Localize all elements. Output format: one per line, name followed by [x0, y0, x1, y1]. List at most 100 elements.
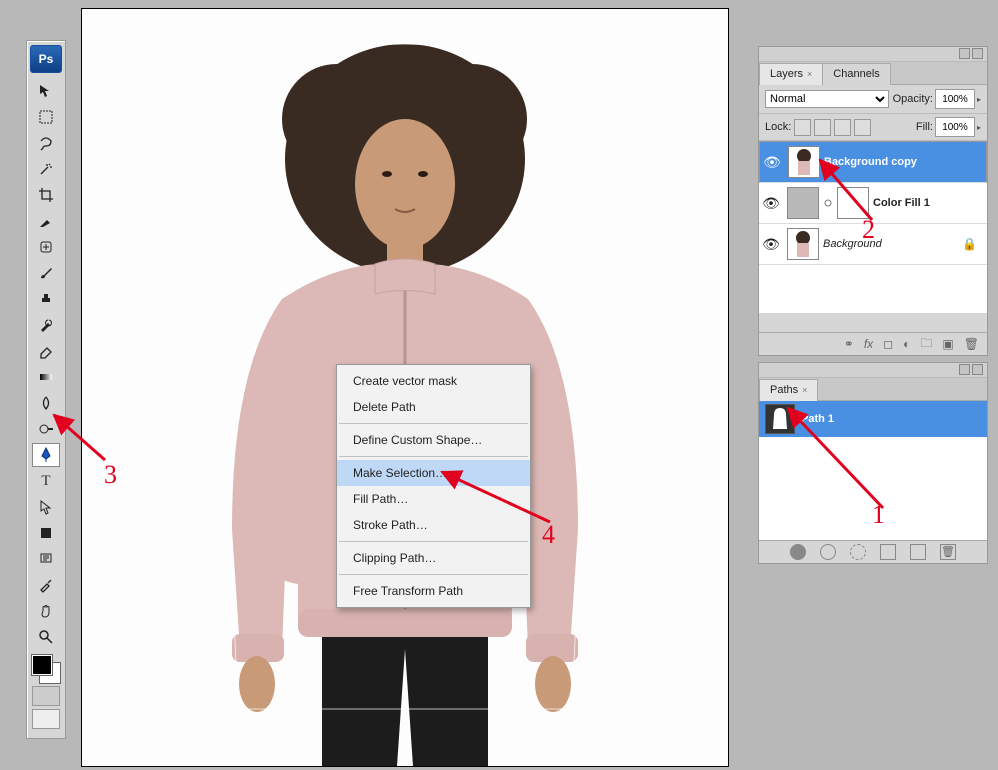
adjustment-layer-icon[interactable]: ◐ [903, 337, 910, 351]
pen-tool[interactable] [32, 443, 60, 467]
eyedropper-tool[interactable] [32, 573, 60, 597]
lasso-tool[interactable] [32, 131, 60, 155]
separator [339, 574, 528, 575]
chevron-right-icon[interactable]: ▸ [977, 95, 981, 104]
separator [339, 541, 528, 542]
layer-thumb[interactable] [787, 228, 819, 260]
new-layer-icon[interactable]: ▣ [942, 337, 953, 351]
slice-tool[interactable] [32, 209, 60, 233]
link-layers-icon[interactable]: ⚭ [844, 337, 854, 351]
path-context-menu: Create vector mask Delete Path Define Cu… [336, 364, 531, 608]
ctx-delete-path[interactable]: Delete Path [337, 394, 530, 420]
visibility-icon[interactable]: 👁 [760, 154, 784, 171]
minimize-icon[interactable] [959, 48, 970, 59]
tab-paths[interactable]: Paths × [759, 379, 818, 401]
path-select-tool[interactable] [32, 495, 60, 519]
photoshop-logo: Ps [30, 45, 62, 73]
tab-label: Layers [770, 68, 803, 80]
marquee-tool[interactable] [32, 105, 60, 129]
ctx-define-custom-shape[interactable]: Define Custom Shape… [337, 427, 530, 453]
layers-panel-footer: ⚭ fx ◻ ◐ 🗀 ▣ 🗑 [759, 332, 987, 355]
toolbox: Ps T [26, 40, 66, 739]
separator [339, 456, 528, 457]
stamp-tool[interactable] [32, 287, 60, 311]
close-icon[interactable] [972, 364, 983, 375]
ctx-stroke-path[interactable]: Stroke Path… [337, 512, 530, 538]
tab-channels[interactable]: Channels [822, 63, 890, 85]
move-tool[interactable] [32, 79, 60, 103]
path-name[interactable]: Path 1 [801, 413, 834, 425]
separator [339, 423, 528, 424]
visibility-icon[interactable]: 👁 [759, 195, 783, 212]
lock-pixels-icon[interactable] [814, 119, 831, 136]
shape-tool[interactable] [32, 521, 60, 545]
lock-all-icon[interactable] [854, 119, 871, 136]
layer-name[interactable]: Background copy [824, 156, 917, 168]
path-row[interactable]: Path 1 [759, 401, 987, 437]
layer-name[interactable]: Color Fill 1 [873, 197, 930, 209]
gradient-tool[interactable] [32, 365, 60, 389]
brush-tool[interactable] [32, 261, 60, 285]
paths-panel-footer: 🗑 [759, 540, 987, 563]
close-icon[interactable] [972, 48, 983, 59]
selection-to-path-icon[interactable] [880, 544, 896, 560]
ctx-free-transform-path[interactable]: Free Transform Path [337, 578, 530, 604]
lock-transparency-icon[interactable] [794, 119, 811, 136]
healing-tool[interactable] [32, 235, 60, 259]
layer-thumb[interactable] [788, 146, 820, 178]
eraser-tool[interactable] [32, 339, 60, 363]
visibility-icon[interactable]: 👁 [759, 236, 783, 253]
path-thumb[interactable] [765, 404, 795, 434]
close-icon[interactable]: × [807, 69, 812, 79]
ctx-create-vector-mask[interactable]: Create vector mask [337, 368, 530, 394]
trash-icon[interactable]: 🗑 [964, 337, 979, 351]
tab-label: Paths [770, 384, 798, 396]
path-to-selection-icon[interactable] [850, 544, 866, 560]
wand-tool[interactable] [32, 157, 60, 181]
notes-tool[interactable] [32, 547, 60, 571]
layer-mask-icon[interactable]: ◻ [883, 337, 893, 351]
color-swatches[interactable] [32, 655, 60, 683]
fill-input[interactable] [935, 117, 975, 137]
blur-tool[interactable] [32, 391, 60, 415]
hand-tool[interactable] [32, 599, 60, 623]
quickmask-toggle[interactable] [32, 686, 60, 706]
fill-path-icon[interactable] [790, 544, 806, 560]
zoom-tool[interactable] [32, 625, 60, 649]
layer-row[interactable]: 👁 Background copy [759, 141, 987, 183]
panel-titlebar[interactable] [759, 47, 987, 62]
tab-label: Channels [833, 68, 879, 80]
lock-icon: 🔒 [962, 237, 977, 251]
tab-layers[interactable]: Layers × [759, 63, 823, 85]
screenmode-toggle[interactable] [32, 709, 60, 729]
type-tool[interactable]: T [32, 469, 60, 493]
annotation-number-4: 4 [542, 520, 555, 550]
ctx-fill-path[interactable]: Fill Path… [337, 486, 530, 512]
blend-mode-select[interactable]: Normal [765, 90, 889, 108]
lock-label: Lock: [765, 121, 791, 133]
ctx-make-selection[interactable]: Make Selection… [337, 460, 530, 486]
annotation-number-3: 3 [104, 460, 117, 490]
layer-thumb[interactable] [787, 187, 819, 219]
trash-icon[interactable]: 🗑 [940, 544, 956, 560]
stroke-path-icon[interactable] [820, 544, 836, 560]
lock-position-icon[interactable] [834, 119, 851, 136]
dodge-tool[interactable] [32, 417, 60, 441]
crop-tool[interactable] [32, 183, 60, 207]
ctx-clipping-path[interactable]: Clipping Path… [337, 545, 530, 571]
group-layers-icon[interactable]: 🗀 [920, 334, 932, 355]
new-path-icon[interactable] [910, 544, 926, 560]
annotation-number-2: 2 [862, 215, 875, 245]
opacity-input[interactable] [935, 89, 975, 109]
layers-panel: Layers × Channels Normal Opacity: ▸ Lock:… [758, 46, 988, 356]
annotation-number-1: 1 [872, 500, 885, 530]
foreground-color-swatch[interactable] [32, 655, 52, 675]
chevron-right-icon[interactable]: ▸ [977, 123, 981, 132]
close-icon[interactable]: × [802, 385, 807, 395]
link-icon [823, 188, 833, 218]
layer-fx-icon[interactable]: fx [864, 337, 873, 351]
panel-titlebar[interactable] [759, 363, 987, 378]
minimize-icon[interactable] [959, 364, 970, 375]
history-brush-tool[interactable] [32, 313, 60, 337]
opacity-label: Opacity: [893, 93, 933, 105]
